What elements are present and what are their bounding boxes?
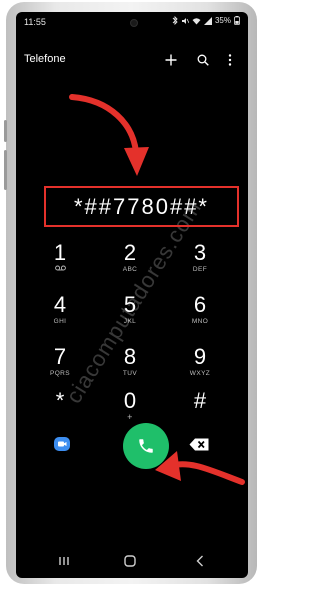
home-icon[interactable] — [120, 553, 140, 569]
dialed-number: *##7780##* — [73, 193, 209, 219]
key-digit: 1 — [53, 240, 67, 265]
side-button — [4, 120, 7, 142]
status-icons: 35% — [172, 16, 240, 25]
voicemail-icon — [54, 265, 66, 274]
plus-icon[interactable] — [161, 50, 181, 70]
status-time: 11:55 — [24, 17, 46, 27]
call-button[interactable] — [123, 423, 169, 469]
signal-icon — [203, 16, 212, 25]
mute-icon — [181, 17, 189, 24]
phone-screen: 11:55 35% Telefone ciacomputadores.com 1… — [16, 12, 248, 578]
key-digit: 9 — [193, 344, 207, 369]
key-digit: 4 — [53, 292, 67, 317]
front-camera — [130, 19, 138, 27]
keypad-key-2[interactable]: 2 ABC — [100, 241, 160, 285]
keypad-key-3[interactable]: 3 DEF — [170, 241, 230, 285]
backspace-button[interactable] — [187, 434, 211, 454]
recents-icon[interactable] — [54, 553, 74, 569]
keypad-key-6[interactable]: 6 MNO — [170, 293, 230, 337]
key-digit: 7 — [53, 344, 67, 369]
video-call-button[interactable] — [50, 432, 74, 456]
keypad-key-hash[interactable]: # — [170, 389, 230, 433]
phone-icon — [139, 439, 153, 453]
battery-icon — [234, 16, 240, 25]
keypad-key-8[interactable]: 8 TUV — [100, 345, 160, 389]
bluetooth-icon — [172, 16, 178, 25]
key-digit: 8 — [123, 344, 137, 369]
key-digit: 5 — [123, 292, 137, 317]
key-digit: 3 — [193, 240, 207, 265]
search-icon[interactable] — [193, 50, 213, 70]
navigation-bar — [16, 549, 248, 573]
key-letters: MNO — [191, 318, 209, 325]
key-letters: ABC — [122, 266, 138, 273]
key-letters: TUV — [122, 370, 138, 377]
key-letters: GHI — [53, 318, 67, 325]
backspace-icon — [189, 438, 209, 450]
key-digit: # — [193, 388, 207, 413]
key-digit: 6 — [193, 292, 207, 317]
key-letters: DEF — [192, 266, 208, 273]
battery-percent: 35% — [214, 16, 231, 25]
key-digit: 0 — [123, 388, 137, 413]
status-bar: 11:55 35% — [16, 12, 248, 34]
dialed-number-highlight: *##7780##* — [44, 186, 239, 227]
key-letters: PQRS — [49, 370, 71, 377]
keypad-key-9[interactable]: 9 WXYZ — [170, 345, 230, 389]
back-icon[interactable] — [190, 553, 210, 569]
keypad-key-star[interactable]: * — [30, 389, 90, 433]
keypad-key-4[interactable]: 4 GHI — [30, 293, 90, 337]
keypad-key-5[interactable]: 5 JKL — [100, 293, 160, 337]
key-letters: WXYZ — [189, 370, 211, 377]
page: 11:55 35% Telefone ciacomputadores.com 1… — [0, 0, 266, 589]
key-letters: + — [127, 412, 133, 422]
wifi-icon — [192, 17, 201, 24]
side-button — [4, 150, 7, 190]
key-letters: JKL — [123, 318, 137, 325]
video-call-icon — [54, 437, 70, 451]
app-title: Telefone — [24, 53, 66, 65]
key-digit: 2 — [123, 240, 137, 265]
more-vert-icon[interactable] — [220, 50, 240, 70]
key-digit: * — [55, 388, 65, 413]
keypad-key-1[interactable]: 1 — [30, 241, 90, 285]
keypad-key-7[interactable]: 7 PQRS — [30, 345, 90, 389]
